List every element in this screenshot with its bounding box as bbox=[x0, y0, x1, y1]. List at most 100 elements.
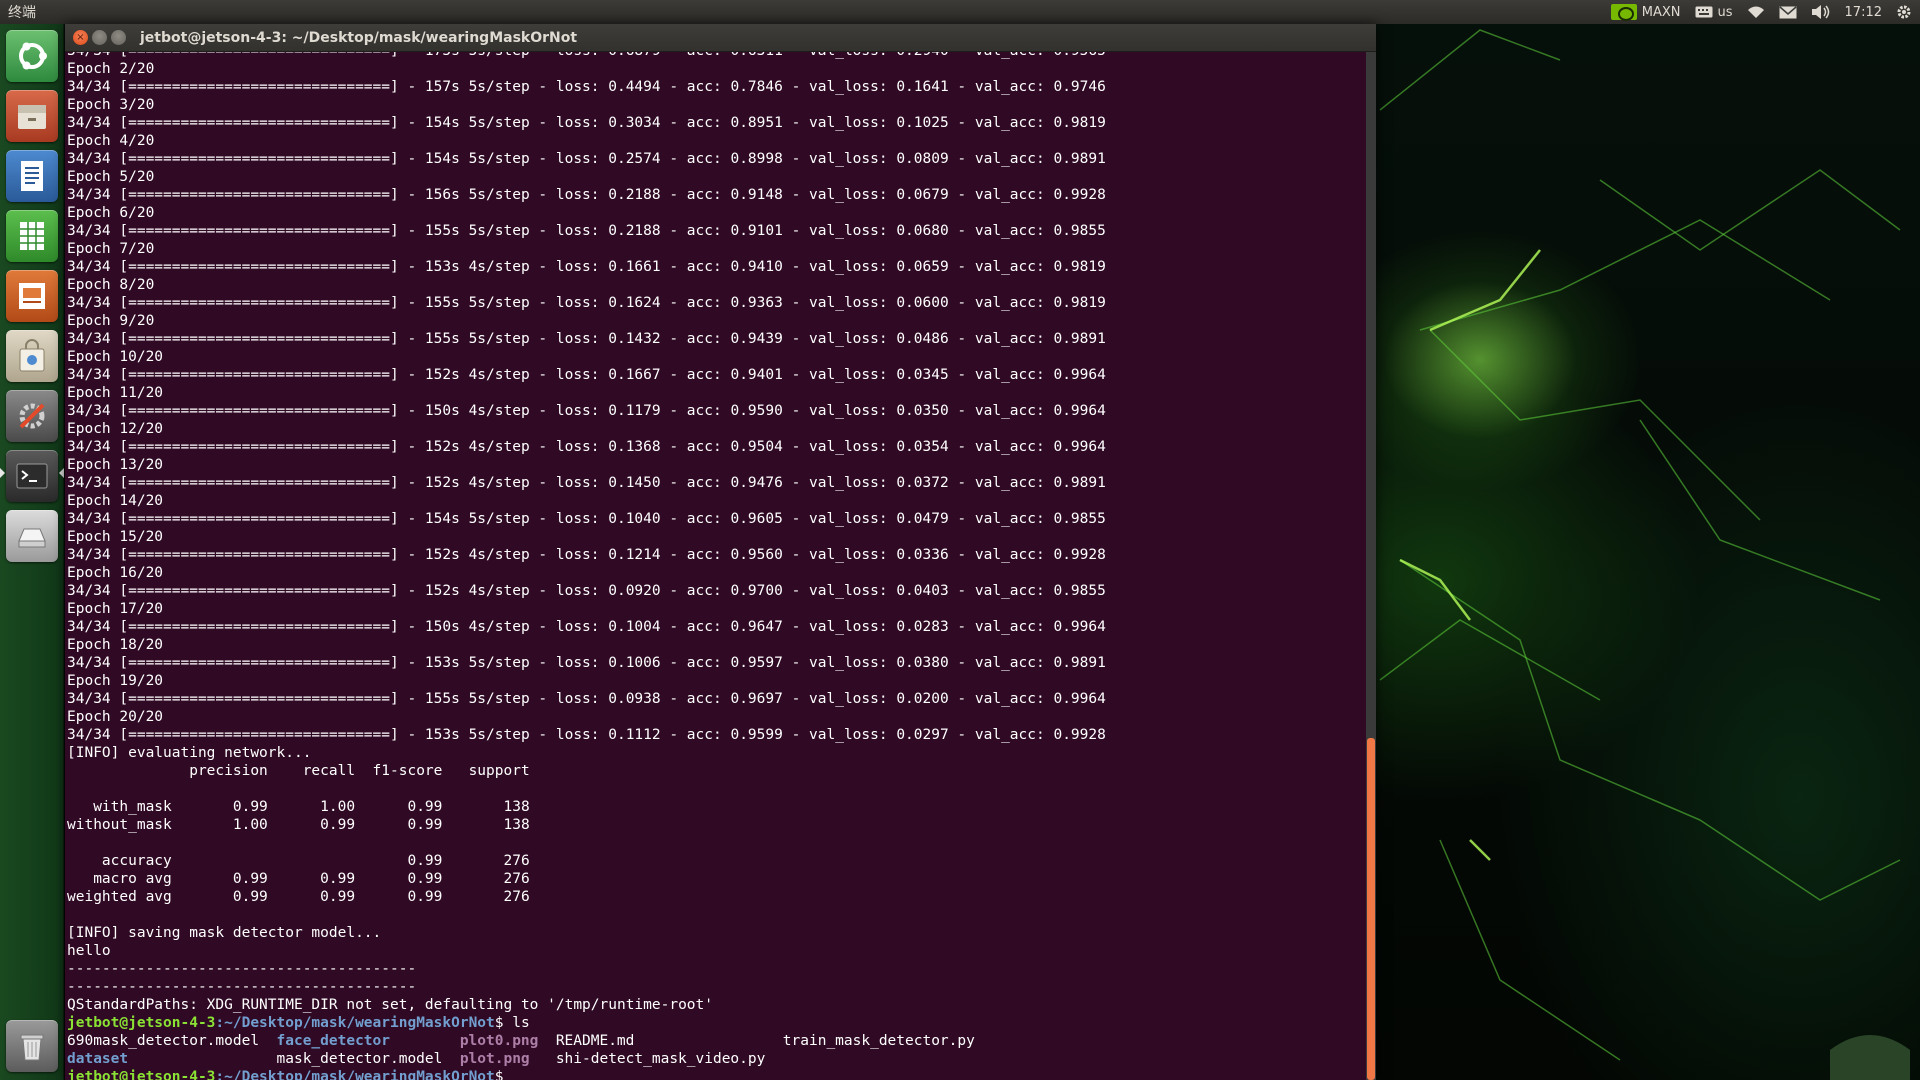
terminal-scrollbar[interactable] bbox=[1366, 52, 1376, 1080]
top-panel: 终端 MAXN us 17:12 bbox=[0, 0, 1920, 24]
terminal-line: 34/34 [==============================] -… bbox=[67, 151, 1106, 167]
ubuntu-logo-icon bbox=[19, 42, 47, 70]
ls-entry-file: train_mask_detector.py bbox=[782, 1033, 975, 1049]
prompt-symbol: $ bbox=[494, 1069, 513, 1080]
terminal-line: Epoch 3/20 bbox=[67, 97, 155, 113]
maximize-button[interactable] bbox=[111, 30, 126, 45]
messaging-indicator[interactable] bbox=[1779, 5, 1797, 19]
presentation-icon bbox=[19, 283, 45, 309]
nvidia-icon bbox=[1610, 4, 1637, 21]
terminal-line: weighted avg 0.99 0.99 0.99 276 bbox=[67, 889, 530, 905]
prompt-symbol: $ bbox=[494, 1015, 513, 1031]
nvidia-watermark-icon bbox=[1830, 1035, 1910, 1080]
launcher-trash[interactable] bbox=[6, 1020, 58, 1072]
terminal-line: Epoch 6/20 bbox=[67, 205, 155, 221]
terminal-line: precision recall f1-score support bbox=[67, 763, 530, 779]
launcher-drive[interactable] bbox=[6, 510, 58, 562]
terminal-line: Epoch 2/20 bbox=[67, 61, 155, 77]
terminal-line: 34/34 [==============================] -… bbox=[67, 367, 1106, 383]
gpu-mode-label: MAXN bbox=[1641, 4, 1681, 20]
terminal-line: without_mask 1.00 0.99 0.99 138 bbox=[67, 817, 530, 833]
terminal-line: 34/34 [==============================] -… bbox=[67, 223, 1106, 239]
terminal-line: 34/34 [==============================] -… bbox=[67, 619, 1106, 635]
spreadsheet-icon bbox=[20, 222, 44, 250]
prompt-path: :~/Desktop/mask/wearingMaskOrNot bbox=[215, 1015, 495, 1031]
terminal-line: 34/34 [==============================] -… bbox=[67, 547, 1106, 563]
launcher-files[interactable] bbox=[6, 90, 58, 142]
wrench-icon bbox=[19, 403, 45, 429]
prompt-line: jetbot@jetson-4-3:~/Desktop/mask/wearing… bbox=[67, 1068, 1106, 1080]
terminal-window: × jetbot@jetson-4-3: ~/Desktop/mask/wear… bbox=[65, 24, 1376, 1080]
launcher-terminal[interactable] bbox=[6, 450, 58, 502]
ls-entry-image: plot0.png bbox=[459, 1033, 539, 1049]
terminal-line: Epoch 13/20 bbox=[67, 457, 164, 473]
terminal-line: Epoch 8/20 bbox=[67, 277, 155, 293]
terminal-line: Epoch 10/20 bbox=[67, 349, 164, 365]
wifi-icon bbox=[1747, 6, 1764, 18]
terminal-line: Epoch 19/20 bbox=[67, 673, 164, 689]
focused-indicator bbox=[59, 468, 64, 478]
ls-output-row: dataset mask_detector.model plot.png shi-de… bbox=[67, 1050, 1106, 1068]
terminal-line: 34/34 [==============================] -… bbox=[67, 259, 1106, 275]
terminal-line: 34/34 [==============================] -… bbox=[67, 475, 1106, 491]
terminal-line: Epoch 5/20 bbox=[67, 169, 155, 185]
terminal-line: 34/34 [==============================] -… bbox=[67, 115, 1106, 131]
terminal-line: [INFO] saving mask detector model... bbox=[67, 925, 382, 941]
launcher-calc[interactable] bbox=[6, 210, 58, 262]
terminal-text: 34/34 [==============================] -… bbox=[67, 52, 1106, 1080]
terminal-line: Epoch 14/20 bbox=[67, 493, 164, 509]
ls-entry-dir: face_detector bbox=[276, 1033, 391, 1049]
close-icon: × bbox=[76, 31, 85, 43]
session-indicator[interactable] bbox=[1896, 4, 1912, 20]
ls-entry-file: 690mask_detector.model bbox=[67, 1033, 260, 1049]
trash-icon bbox=[20, 1034, 44, 1061]
keyboard-indicator[interactable]: us bbox=[1695, 5, 1733, 20]
terminal-line: [INFO] evaluating network... bbox=[67, 745, 312, 761]
ls-entry-file: mask_detector.model bbox=[276, 1051, 443, 1067]
document-icon bbox=[21, 161, 43, 191]
ls-entry-file: shi-detect_mask_video.py bbox=[555, 1051, 766, 1067]
prompt-user: jetbot@jetson-4-3 bbox=[67, 1069, 216, 1080]
launcher-impress[interactable] bbox=[6, 270, 58, 322]
launcher-dash[interactable] bbox=[6, 30, 58, 82]
terminal-line: Epoch 7/20 bbox=[67, 241, 155, 257]
ls-output-row: 690mask_detector.model face_detector plot0… bbox=[67, 1032, 1106, 1050]
keyboard-layout-label: us bbox=[1717, 4, 1733, 20]
keyboard-icon bbox=[1695, 6, 1713, 18]
network-indicator[interactable] bbox=[1747, 5, 1765, 19]
terminal-icon bbox=[16, 463, 48, 489]
terminal-output[interactable]: 34/34 [==============================] -… bbox=[65, 52, 1366, 1080]
terminal-line: 34/34 [==============================] -… bbox=[67, 511, 1106, 527]
sound-indicator[interactable] bbox=[1811, 4, 1831, 20]
running-indicator bbox=[0, 468, 5, 478]
clock-indicator[interactable]: 17:12 bbox=[1845, 5, 1882, 20]
launcher-system-settings[interactable] bbox=[6, 390, 58, 442]
window-titlebar[interactable]: × jetbot@jetson-4-3: ~/Desktop/mask/wear… bbox=[65, 24, 1376, 52]
terminal-line: 34/34 [==============================] -… bbox=[67, 403, 1106, 419]
launcher-software-center[interactable] bbox=[6, 330, 58, 382]
ls-entry-image: plot.png bbox=[459, 1051, 530, 1067]
terminal-line: Epoch 16/20 bbox=[67, 565, 164, 581]
scrollbar-thumb[interactable] bbox=[1367, 738, 1375, 1080]
terminal-line: hello bbox=[67, 943, 111, 959]
terminal-line: 34/34 [==============================] -… bbox=[67, 439, 1106, 455]
settings-gear-icon bbox=[1897, 5, 1911, 19]
terminal-line: Epoch 4/20 bbox=[67, 133, 155, 149]
terminal-line: 34/34 [==============================] -… bbox=[67, 691, 1106, 707]
drive-icon bbox=[18, 528, 46, 548]
minimize-button[interactable] bbox=[92, 30, 107, 45]
indicator-area: MAXN us 17:12 bbox=[1610, 4, 1912, 21]
nvidia-power-indicator[interactable]: MAXN bbox=[1610, 4, 1681, 21]
launcher-writer[interactable] bbox=[6, 150, 58, 202]
window-title: jetbot@jetson-4-3: ~/Desktop/mask/wearin… bbox=[140, 29, 578, 46]
launcher bbox=[0, 24, 64, 1080]
terminal-line: 34/34 [==============================] -… bbox=[67, 583, 1106, 599]
terminal-line: accuracy 0.99 276 bbox=[67, 853, 530, 869]
shopping-bag-icon bbox=[19, 339, 45, 372]
terminal-line: 34/34 [==============================] -… bbox=[67, 187, 1106, 203]
close-button[interactable]: × bbox=[73, 30, 88, 45]
terminal-line: 34/34 [==============================] -… bbox=[67, 727, 1106, 743]
